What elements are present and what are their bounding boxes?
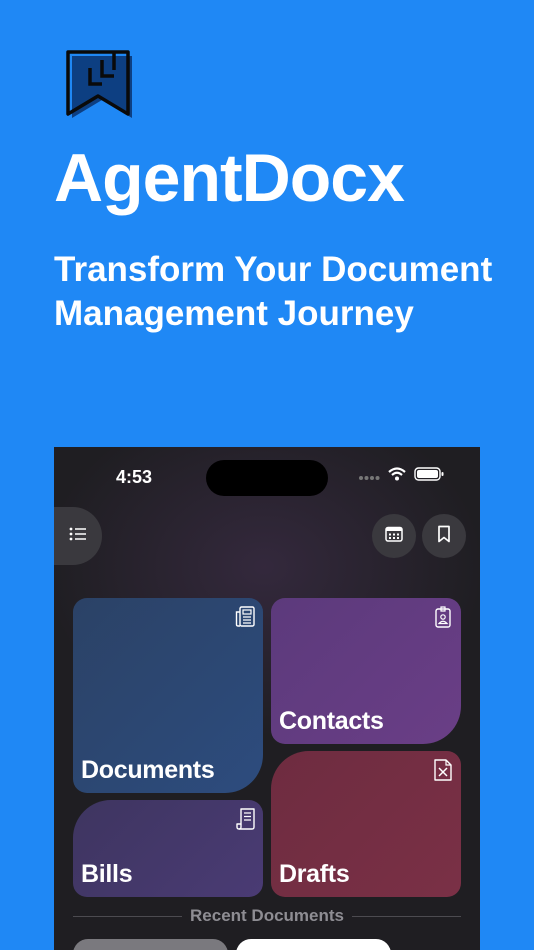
battery-icon (414, 467, 444, 486)
newspaper-icon (235, 606, 255, 628)
tagline: Transform Your Document Management Journ… (54, 250, 493, 333)
tile-label: Bills (81, 860, 133, 888)
calendar-icon (385, 526, 403, 547)
tile-documents[interactable]: Documents (73, 598, 263, 793)
app-logo (62, 46, 132, 122)
status-icons (358, 467, 444, 486)
tile-label: Documents (81, 756, 215, 784)
divider (73, 915, 183, 917)
wifi-icon (388, 467, 406, 486)
tile-label: Contacts (279, 707, 384, 735)
calendar-button[interactable] (372, 514, 416, 558)
signal-dots-icon (358, 468, 380, 486)
phone-screenshot: 4:53 Documents Contacts Bills Drafts Rec… (54, 447, 480, 950)
list-icon (69, 527, 87, 546)
doc-pencil-icon (433, 759, 453, 781)
bookmark-icon (437, 525, 451, 548)
tile-bills[interactable]: Bills (73, 800, 263, 897)
divider (352, 915, 462, 917)
receipt-icon (235, 808, 255, 830)
recent-documents-label: Recent Documents (190, 906, 344, 925)
id-badge-icon (433, 606, 453, 628)
tile-label: Drafts (279, 860, 350, 888)
dynamic-island (206, 460, 328, 496)
tile-drafts[interactable]: Drafts (271, 751, 461, 897)
recent-documents-header: Recent Documents (73, 906, 462, 926)
bookmark-button[interactable] (422, 514, 466, 558)
status-time: 4:53 (116, 467, 153, 487)
filter-chip-selected[interactable] (236, 939, 391, 950)
tile-contacts[interactable]: Contacts (271, 598, 461, 744)
app-title: AgentDocx (54, 140, 405, 216)
filter-chip[interactable] (73, 939, 228, 950)
